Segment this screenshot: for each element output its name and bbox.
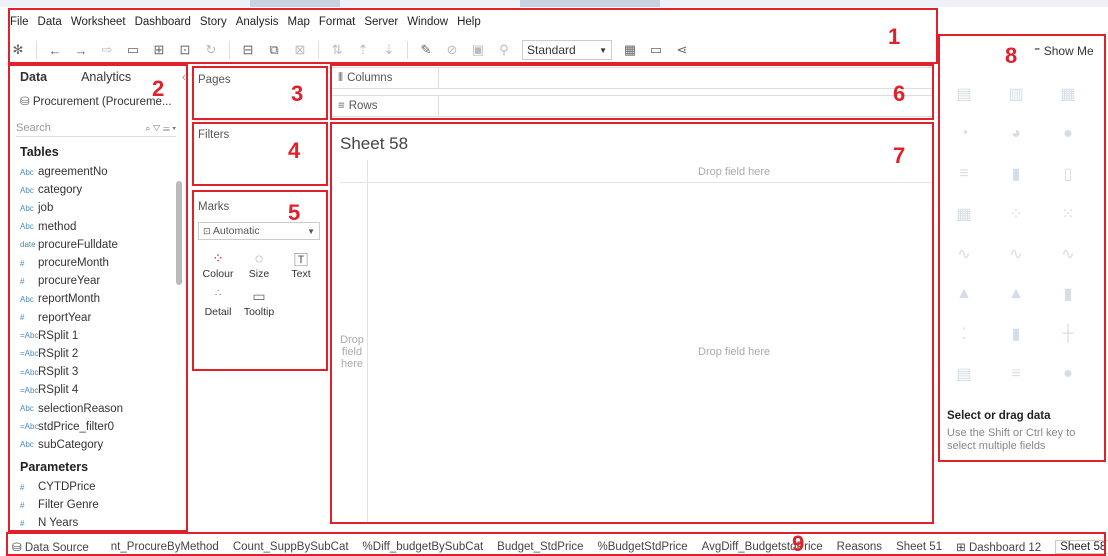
annotation-box-8 (938, 34, 1106, 462)
annotation-box-3 (192, 66, 328, 120)
callout-6: 6 (893, 81, 906, 106)
annotation-box-2 (8, 64, 188, 532)
callout-4: 4 (288, 138, 301, 163)
callout-3: 3 (291, 81, 304, 106)
window-top-strip (0, 0, 1108, 7)
annotation-box-1 (8, 8, 938, 64)
annotation-box-4 (192, 122, 328, 186)
callout-8: 8 (1005, 43, 1018, 68)
annotation-box-5 (192, 190, 328, 371)
callout-2: 2 (152, 76, 165, 101)
callout-5: 5 (288, 200, 301, 225)
callout-1: 1 (888, 24, 901, 49)
annotation-box-6 (330, 64, 934, 120)
callout-9: 9 (792, 531, 805, 556)
annotation-box-9 (6, 532, 1106, 556)
callout-7: 7 (893, 143, 906, 168)
annotation-box-7 (330, 122, 934, 524)
